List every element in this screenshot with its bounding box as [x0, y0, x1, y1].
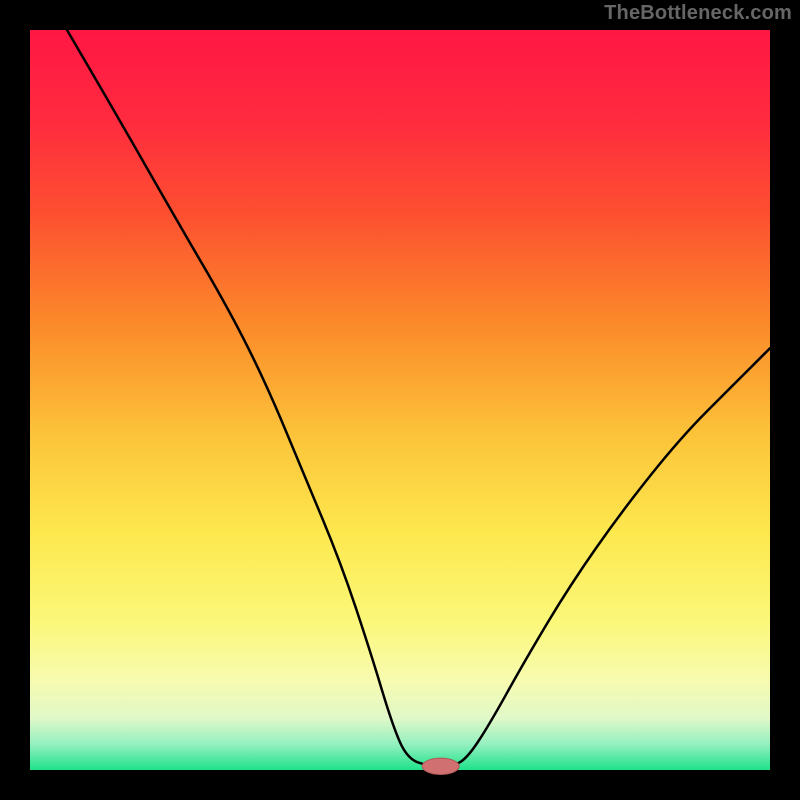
attribution-label: TheBottleneck.com	[604, 2, 792, 25]
optimum-marker	[422, 758, 459, 774]
chart-frame: TheBottleneck.com	[0, 0, 800, 800]
bottleneck-chart	[0, 0, 800, 800]
plot-background	[30, 30, 770, 770]
